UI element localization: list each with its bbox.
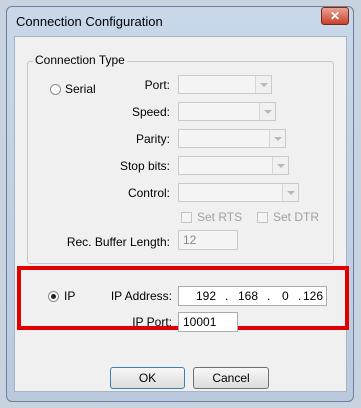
ip-port-input[interactable]: 10001 — [178, 312, 238, 332]
ip-port-label: IP Port: — [132, 315, 172, 329]
chevron-down-icon — [255, 76, 271, 93]
close-button[interactable]: ✕ — [321, 7, 349, 25]
cancel-button[interactable]: Cancel — [193, 367, 269, 389]
connection-type-legend: Connection Type — [33, 53, 127, 67]
ip-octet-3: 0 — [282, 289, 289, 303]
ip-address-label: IP Address: — [110, 289, 172, 303]
control-label: Control: — [127, 186, 170, 200]
ok-button[interactable]: OK — [110, 367, 185, 389]
window-title: Connection Configuration — [16, 14, 163, 29]
rec-buffer-input[interactable]: 12 — [178, 230, 238, 250]
ip-dot: . — [225, 289, 229, 303]
chevron-down-icon — [272, 157, 288, 174]
speed-label: Speed: — [131, 105, 170, 119]
close-icon: ✕ — [329, 9, 341, 23]
control-combo[interactable] — [178, 183, 299, 202]
set-rts-label: Set RTS — [197, 210, 243, 224]
ip-octet-2: 168 — [238, 289, 259, 303]
port-combo[interactable] — [178, 75, 272, 94]
ip-octet-1: 192 — [196, 289, 217, 303]
stopbits-combo[interactable] — [178, 156, 289, 175]
set-dtr-label: Set DTR — [273, 210, 320, 224]
speed-combo[interactable] — [178, 102, 276, 121]
set-dtr-checkbox[interactable] — [257, 212, 268, 223]
ip-dot: . — [298, 289, 302, 303]
stopbits-label: Stop bits: — [119, 159, 170, 173]
port-label: Port: — [144, 78, 170, 92]
chevron-down-icon — [282, 184, 298, 201]
ip-dot: . — [267, 289, 271, 303]
rec-buffer-label: Rec. Buffer Length: — [66, 235, 170, 249]
chevron-down-icon — [269, 130, 285, 147]
chevron-down-icon — [259, 103, 275, 120]
parity-label: Parity: — [135, 132, 170, 146]
ip-address-field[interactable]: 192 . 168 . 0 . 126 — [178, 286, 327, 306]
ip-octet-4: 126 — [303, 289, 324, 303]
set-rts-checkbox[interactable] — [181, 212, 192, 223]
parity-combo[interactable] — [178, 129, 286, 148]
